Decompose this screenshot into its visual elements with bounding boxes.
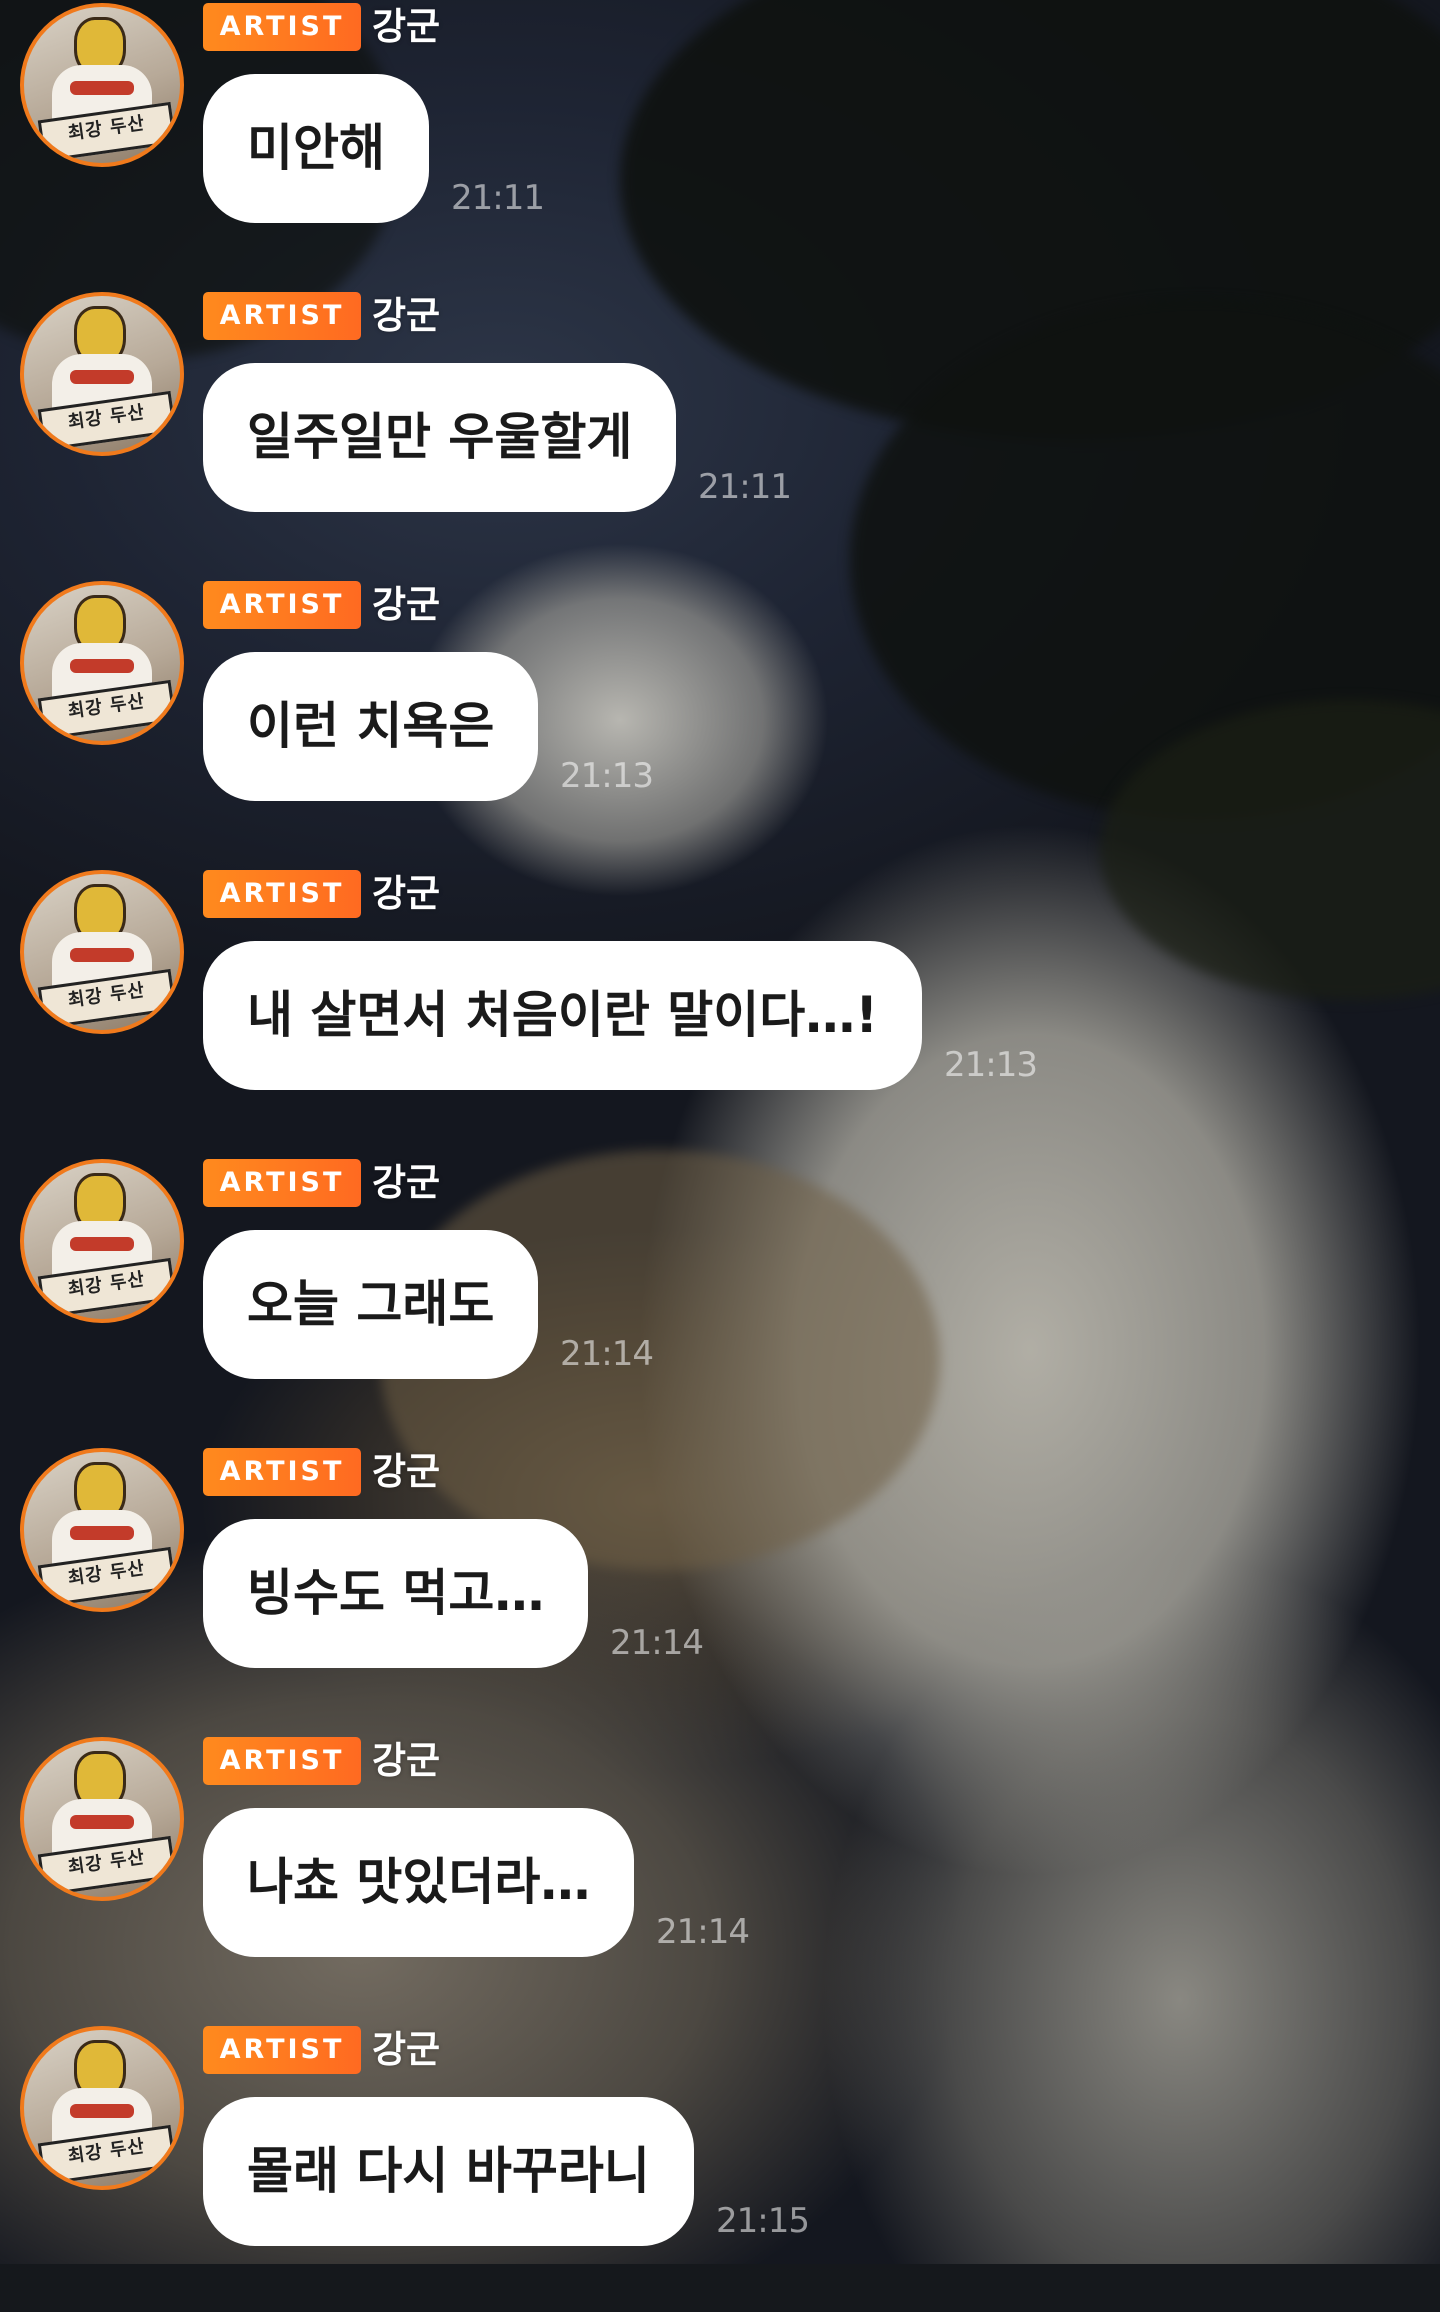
chat-message: 최강 두산 ARTIST 강군 미안해 21:11: [0, 0, 1440, 289]
chat-message: 최강 두산 ARTIST 강군 나쵸 맛있더라… 21:14: [0, 1734, 1440, 2023]
sender-name[interactable]: 강군: [372, 1157, 440, 1209]
message-timestamp: 21:14: [656, 1912, 750, 1952]
message-bubble[interactable]: 이런 치욕은: [203, 652, 539, 801]
message-timestamp: 21:13: [944, 1045, 1038, 1085]
message-timestamp: 21:14: [560, 1334, 654, 1374]
sender-name[interactable]: 강군: [372, 1446, 440, 1498]
avatar[interactable]: 최강 두산: [20, 870, 184, 1034]
artist-badge: ARTIST: [203, 1448, 361, 1496]
avatar[interactable]: 최강 두산: [20, 1737, 184, 1901]
avatar[interactable]: 최강 두산: [20, 2026, 184, 2190]
avatar[interactable]: 최강 두산: [20, 1159, 184, 1323]
sender-name[interactable]: 강군: [372, 1, 440, 53]
artist-badge: ARTIST: [203, 870, 361, 918]
message-bubble[interactable]: 일주일만 우울할게: [203, 363, 677, 512]
message-bubble[interactable]: 오늘 그래도: [203, 1230, 539, 1379]
avatar[interactable]: 최강 두산: [20, 1448, 184, 1612]
artist-badge: ARTIST: [203, 292, 361, 340]
jersey-logo: [70, 2104, 134, 2118]
sender-name[interactable]: 강군: [372, 868, 440, 920]
artist-badge: ARTIST: [203, 3, 361, 51]
artist-badge: ARTIST: [203, 1737, 361, 1785]
message-bubble[interactable]: 미안해: [203, 74, 429, 223]
sender-name[interactable]: 강군: [372, 290, 440, 342]
chat-message: 최강 두산 ARTIST 강군 오늘 그래도 21:14: [0, 1156, 1440, 1445]
message-bubble[interactable]: 내 살면서 처음이란 말이다…!: [203, 941, 923, 1090]
message-timestamp: 21:13: [560, 756, 654, 796]
message-timestamp: 21:11: [698, 467, 792, 507]
message-timestamp: 21:14: [610, 1623, 704, 1663]
sender-name[interactable]: 강군: [372, 1735, 440, 1787]
chat-message: 최강 두산 ARTIST 강군 이런 치욕은 21:13: [0, 578, 1440, 867]
message-timestamp: 21:15: [716, 2201, 810, 2241]
message-bubble[interactable]: 빙수도 먹고…: [203, 1519, 589, 1668]
jersey-logo: [70, 659, 134, 673]
chat-message: 최강 두산 ARTIST 강군 빙수도 먹고… 21:14: [0, 1445, 1440, 1734]
jersey-logo: [70, 1237, 134, 1251]
jersey-logo: [70, 81, 134, 95]
artist-badge: ARTIST: [203, 2026, 361, 2074]
avatar[interactable]: 최강 두산: [20, 581, 184, 745]
chat-message: 최강 두산 ARTIST 강군 몰래 다시 바꾸라니 21:15: [0, 2023, 1440, 2312]
chat-message: 최강 두산 ARTIST 강군 일주일만 우울할게 21:11: [0, 289, 1440, 578]
message-bubble[interactable]: 나쵸 맛있더라…: [203, 1808, 635, 1957]
message-bubble[interactable]: 몰래 다시 바꾸라니: [203, 2097, 694, 2246]
artist-badge: ARTIST: [203, 581, 361, 629]
jersey-logo: [70, 948, 134, 962]
jersey-logo: [70, 370, 134, 384]
jersey-logo: [70, 1815, 134, 1829]
chat-feed[interactable]: 최강 두산 ARTIST 강군 미안해 21:11 최강 두산 ARTIST 강…: [0, 0, 1440, 2264]
avatar[interactable]: 최강 두산: [20, 292, 184, 456]
sender-name[interactable]: 강군: [372, 2024, 440, 2076]
artist-badge: ARTIST: [203, 1159, 361, 1207]
chat-message: 최강 두산 ARTIST 강군 내 살면서 처음이란 말이다…! 21:13: [0, 867, 1440, 1156]
jersey-logo: [70, 1526, 134, 1540]
sender-name[interactable]: 강군: [372, 579, 440, 631]
avatar[interactable]: 최강 두산: [20, 3, 184, 167]
message-timestamp: 21:11: [451, 178, 545, 218]
